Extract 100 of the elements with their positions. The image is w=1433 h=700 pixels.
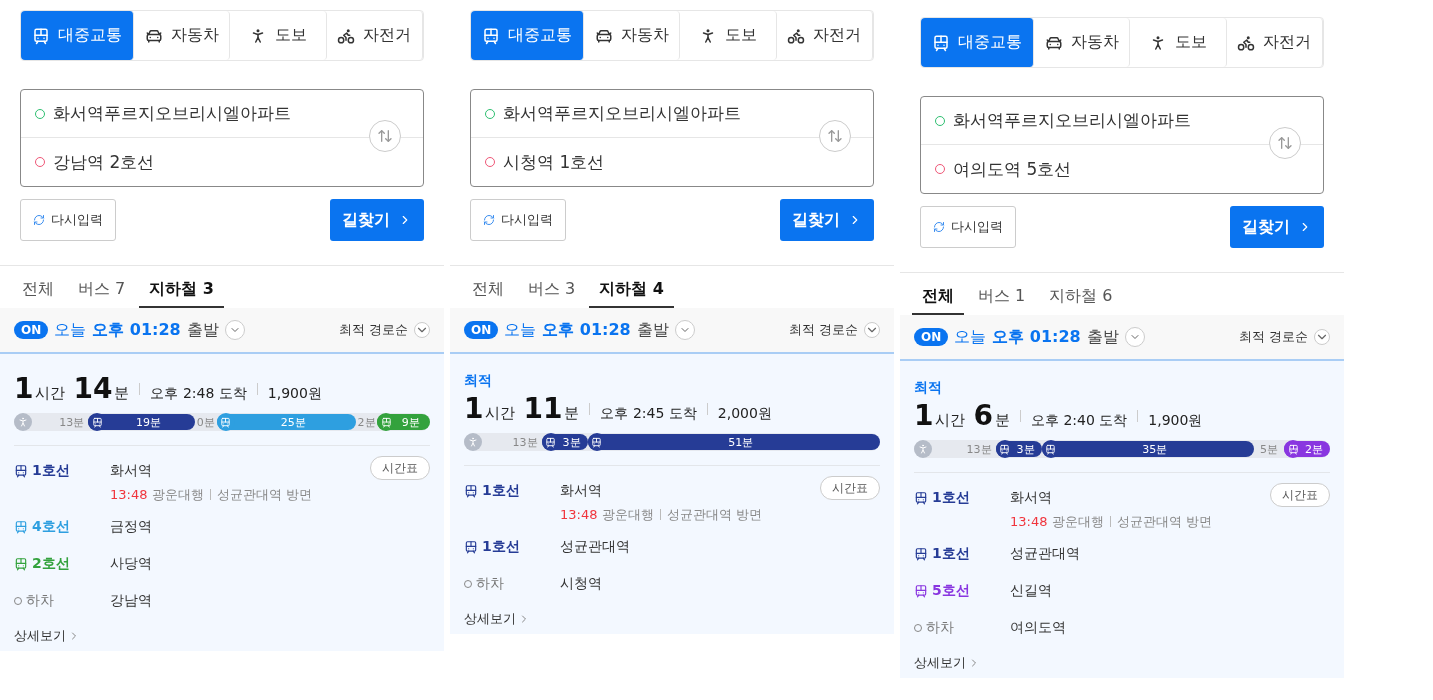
train-icon [464,484,478,498]
dropdown-button[interactable] [1124,327,1145,347]
minutes-unit: 분 [564,404,580,423]
timetable-button[interactable]: 시간표 [370,456,430,480]
duration-hours: 1 [914,399,934,432]
details-link[interactable]: 상세보기 [914,654,1330,672]
train-icon [914,584,928,598]
transfer-duration: 0분 [196,414,215,430]
transfer-duration: 2분 [357,414,376,430]
station-name: 금정역 [110,518,153,536]
travel-mode-tab[interactable]: 대중교통 [471,11,584,60]
search-route-button[interactable]: 길찾기 [1230,206,1324,248]
best-label: 최적 [464,372,492,390]
subway-segment: 51분 [587,434,880,450]
refresh-icon [483,214,495,226]
refresh-icon [33,214,45,226]
reset-button[interactable]: 다시입력 [470,199,566,241]
duration-minutes: 14 [73,372,113,405]
details-link[interactable]: 상세보기 [14,627,430,645]
arrival-time: 오후 2:45 도착 [600,405,697,423]
station-name: 화서역 [560,482,603,500]
origin-field[interactable]: 화서역푸르지오브리시엘아파트 [503,102,741,125]
filter-tab[interactable]: 전체 [462,266,514,308]
subway-line: 1호선 [932,489,970,507]
swap-button[interactable] [369,120,401,152]
get-off-label: 하차 [26,592,54,610]
swap-button[interactable] [1269,127,1301,159]
fare: 2,000원 [717,405,772,423]
departure-time: 오후 01:28 [992,326,1081,348]
search-route-button[interactable]: 길찾기 [330,199,424,241]
swap-arrows-icon [1277,135,1293,151]
minutes-unit: 분 [114,384,130,403]
departure-detail: 13:48 광운대행 성균관대역 방면 [1010,513,1213,531]
train-icon [482,26,500,45]
filter-tab[interactable]: 전체 [12,266,64,308]
bicycle-icon [1237,33,1256,52]
refresh-icon [933,221,945,233]
arrival-time: 오후 2:48 도착 [150,385,247,403]
train-icon [914,491,928,505]
filter-tab[interactable]: 지하철 6 [1039,273,1123,315]
subway-segment: 25분 [216,414,356,430]
duration-hours: 1 [14,372,34,405]
destination-field[interactable]: 시청역 1호선 [503,150,605,174]
timetable-button[interactable]: 시간표 [1270,483,1330,507]
on-toggle[interactable]: ON [14,321,49,339]
transfer-duration: 5분 [1260,441,1279,457]
train-icon [932,33,950,52]
duration-minutes: 11 [523,392,563,425]
subway-segment: 9분 [377,414,430,430]
destination-field[interactable]: 여의도역 5호선 [953,157,1072,181]
station-name: 강남역 [110,592,153,610]
travel-mode-tab[interactable]: 대중교통 [921,18,1034,67]
search-route-button[interactable]: 길찾기 [780,199,874,241]
reset-button[interactable]: 다시입력 [920,206,1016,248]
departure-label: 출발 [186,319,219,341]
subway-segment: 2분 [1284,441,1330,457]
station-name: 사당역 [110,555,153,573]
departure-day: 오늘 [54,319,87,341]
station-name: 성균관대역 [560,538,631,556]
on-toggle[interactable]: ON [464,321,499,339]
travel-mode-tab[interactable]: 대중교통 [21,11,134,60]
walk-duration: 13분 [59,414,85,430]
on-toggle[interactable]: ON [914,328,949,346]
dropdown-button[interactable] [674,320,695,340]
walking-person-icon [464,433,482,451]
get-off-label: 하차 [926,619,954,637]
train-icon [914,547,928,561]
swap-arrows-icon [827,128,843,144]
subway-segment: 3분 [541,434,588,450]
dropdown-button[interactable] [224,320,245,340]
minutes-unit: 분 [994,411,1010,430]
station-name: 화서역 [110,462,153,480]
departure-day: 오늘 [954,326,987,348]
departure-label: 출발 [1086,326,1119,348]
subway-segment: 3분 [995,441,1042,457]
departure-label: 출발 [636,319,669,341]
origin-field[interactable]: 화서역푸르지오브리시엘아파트 [953,109,1191,132]
reset-button[interactable]: 다시입력 [20,199,116,241]
swap-button[interactable] [819,120,851,152]
destination-field[interactable]: 강남역 2호선 [53,150,155,174]
filter-tab[interactable]: 버스 7 [68,266,136,308]
chevron-down-icon [1314,329,1330,345]
station-name: 신길역 [1010,582,1053,600]
walk-duration: 13분 [512,434,538,450]
timetable-button[interactable]: 시간표 [820,476,880,500]
filter-tab[interactable]: 버스 1 [968,273,1036,315]
subway-line: 1호선 [482,538,520,556]
sort-dropdown[interactable]: 최적 경로순 [338,321,430,339]
departure-time: 오후 01:28 [92,319,181,341]
station-name: 성균관대역 [1010,545,1081,563]
origin-field[interactable]: 화서역푸르지오브리시엘아파트 [53,102,291,125]
departure-detail: 13:48 광운대행 성균관대역 방면 [560,506,763,524]
subway-segment: 19분 [88,414,195,430]
fare: 1,900원 [1148,412,1203,430]
sort-dropdown[interactable]: 최적 경로순 [1238,328,1330,346]
best-label: 최적 [914,379,942,397]
sort-dropdown[interactable]: 최적 경로순 [788,321,880,339]
departure-detail: 13:48 광운대행 성균관대역 방면 [110,486,313,504]
details-link[interactable]: 상세보기 [464,610,880,628]
filter-tab[interactable]: 버스 3 [518,266,586,308]
